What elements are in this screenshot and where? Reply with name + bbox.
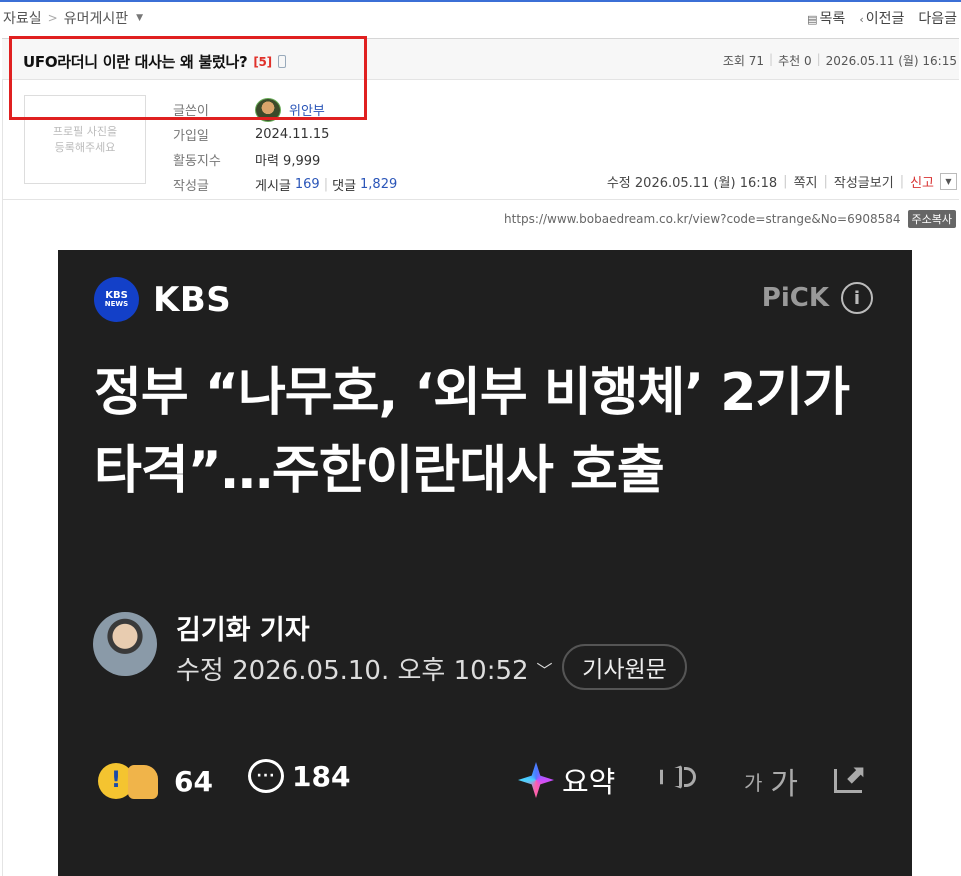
view-count: 조회 71 (722, 54, 765, 68)
article-action-bar: ! 64 ··· 184 요약 가가 ⬈ (98, 759, 878, 809)
breadcrumb-board[interactable]: 유머게시판 (64, 8, 128, 28)
breadcrumb-separator: > (47, 11, 58, 25)
summary: 요약 (518, 759, 615, 801)
caret-down-icon[interactable]: ▼ (136, 13, 143, 23)
prev-label: 이전글 (865, 11, 905, 27)
post-actions: 수정 2026.05.11 (월) 16:18 | 쪽지 | 작성글보기 | 신… (607, 172, 957, 191)
original-article-button: 기사원문 (562, 644, 687, 690)
joined-date: 2024.11.15 (255, 127, 330, 142)
breadcrumb-root[interactable]: 자료실 (3, 8, 42, 28)
comment-count-link[interactable]: 1,829 (360, 177, 397, 192)
activity-label: 활동지수 (173, 154, 221, 169)
post-stats: 게시글 169 | 댓글 1,829 (255, 177, 398, 194)
prev-post-button[interactable]: ‹ 이전글 (859, 8, 904, 28)
info-icon: i (841, 282, 873, 314)
recommend-count: 추천 0 (778, 54, 812, 68)
profile-photo-placeholder: 프로필 사진을 등록해주세요 (24, 95, 146, 184)
post-date: 2026.05.11 (월) 16:15 (825, 54, 957, 68)
report-dropdown-icon[interactable]: ▼ (940, 173, 957, 190)
joined-label: 가입일 (173, 129, 209, 144)
list-icon: ▤ (807, 13, 818, 26)
edited-date: 수정 2026.05.11 (월) 16:18 (606, 176, 778, 191)
post-title-text: UFO라더니 이란 대사는 왜 불렀나? (23, 53, 248, 71)
activity-score: 마력 9,999 (255, 154, 321, 169)
posts-label: 작성글 (173, 179, 209, 194)
post-meta: 조회 71 | 추천 0 | 2026.05.11 (월) 16:15 (722, 52, 957, 68)
list-label: 목록 (819, 11, 846, 27)
post-title: UFO라더니 이란 대사는 왜 불렀나? [5] (23, 51, 286, 72)
avatar (255, 97, 281, 122)
reaction-count: ! 64 (98, 759, 213, 803)
report-button[interactable]: 신고 (910, 172, 934, 191)
reporter-name: 김기화 기자 (176, 615, 310, 646)
next-post-button[interactable]: 다음글 (918, 8, 957, 28)
sparkle-icon (518, 762, 554, 798)
speaker-icon (658, 759, 700, 795)
reporter-photo (93, 612, 157, 676)
reaction-emoji-icon: ! (98, 759, 166, 803)
breadcrumb: 자료실 > 유머게시판 ▼ (3, 8, 143, 28)
article-headline: 정부 “나무호, ‘외부 비행체’ 2기가 타격”…주한이란대사 호출 (94, 363, 850, 501)
comment-count: ··· 184 (248, 759, 350, 793)
share-icon: ⬈ (832, 759, 872, 795)
author-name[interactable]: 위안부 (255, 97, 325, 122)
comment-bubble-icon: ··· (248, 759, 284, 793)
copy-url-button[interactable]: 주소복사 (907, 210, 956, 228)
kbs-logo: KBS NEWS (94, 277, 139, 322)
post-navigation: ▤ 목록 ‹ 이전글 다음글 (807, 8, 957, 28)
article-image: KBS NEWS KBS PiCK i 정부 “나무호, ‘외부 비행체’ 2기가 … (58, 250, 912, 876)
mobile-icon (277, 55, 286, 68)
frame-border (2, 38, 3, 876)
comment-count-badge[interactable]: [5] (253, 55, 272, 69)
post-header: UFO라더니 이란 대사는 왜 불렀나? [5] 조회 71 | 추천 0 | … (2, 38, 959, 80)
url-row: https://www.bobaedream.co.kr/view?code=s… (504, 210, 956, 228)
list-button[interactable]: ▤ 목록 (807, 8, 845, 28)
press-name: KBS (153, 280, 232, 320)
message-button[interactable]: 쪽지 (794, 172, 818, 191)
chevron-down-icon: ﹀ (536, 660, 553, 680)
chevron-left-icon: ‹ (859, 13, 864, 26)
post-count-link[interactable]: 169 (295, 177, 320, 192)
author-label: 글쓴이 (173, 104, 209, 119)
post-url: https://www.bobaedream.co.kr/view?code=s… (504, 212, 901, 226)
font-size-icon: 가가 (744, 767, 799, 802)
author-info: 글쓴이 위안부 가입일 2024.11.15 활동지수 마력 9,999 작성글 게시글… (173, 97, 397, 197)
article-updated: 수정 2026.05.10. 오후 10:52 ﹀ (176, 656, 553, 686)
pick-badge: PiCK i (762, 282, 873, 314)
view-posts-button[interactable]: 작성글보기 (834, 172, 894, 191)
top-accent-line (0, 0, 961, 2)
divider (2, 199, 959, 200)
